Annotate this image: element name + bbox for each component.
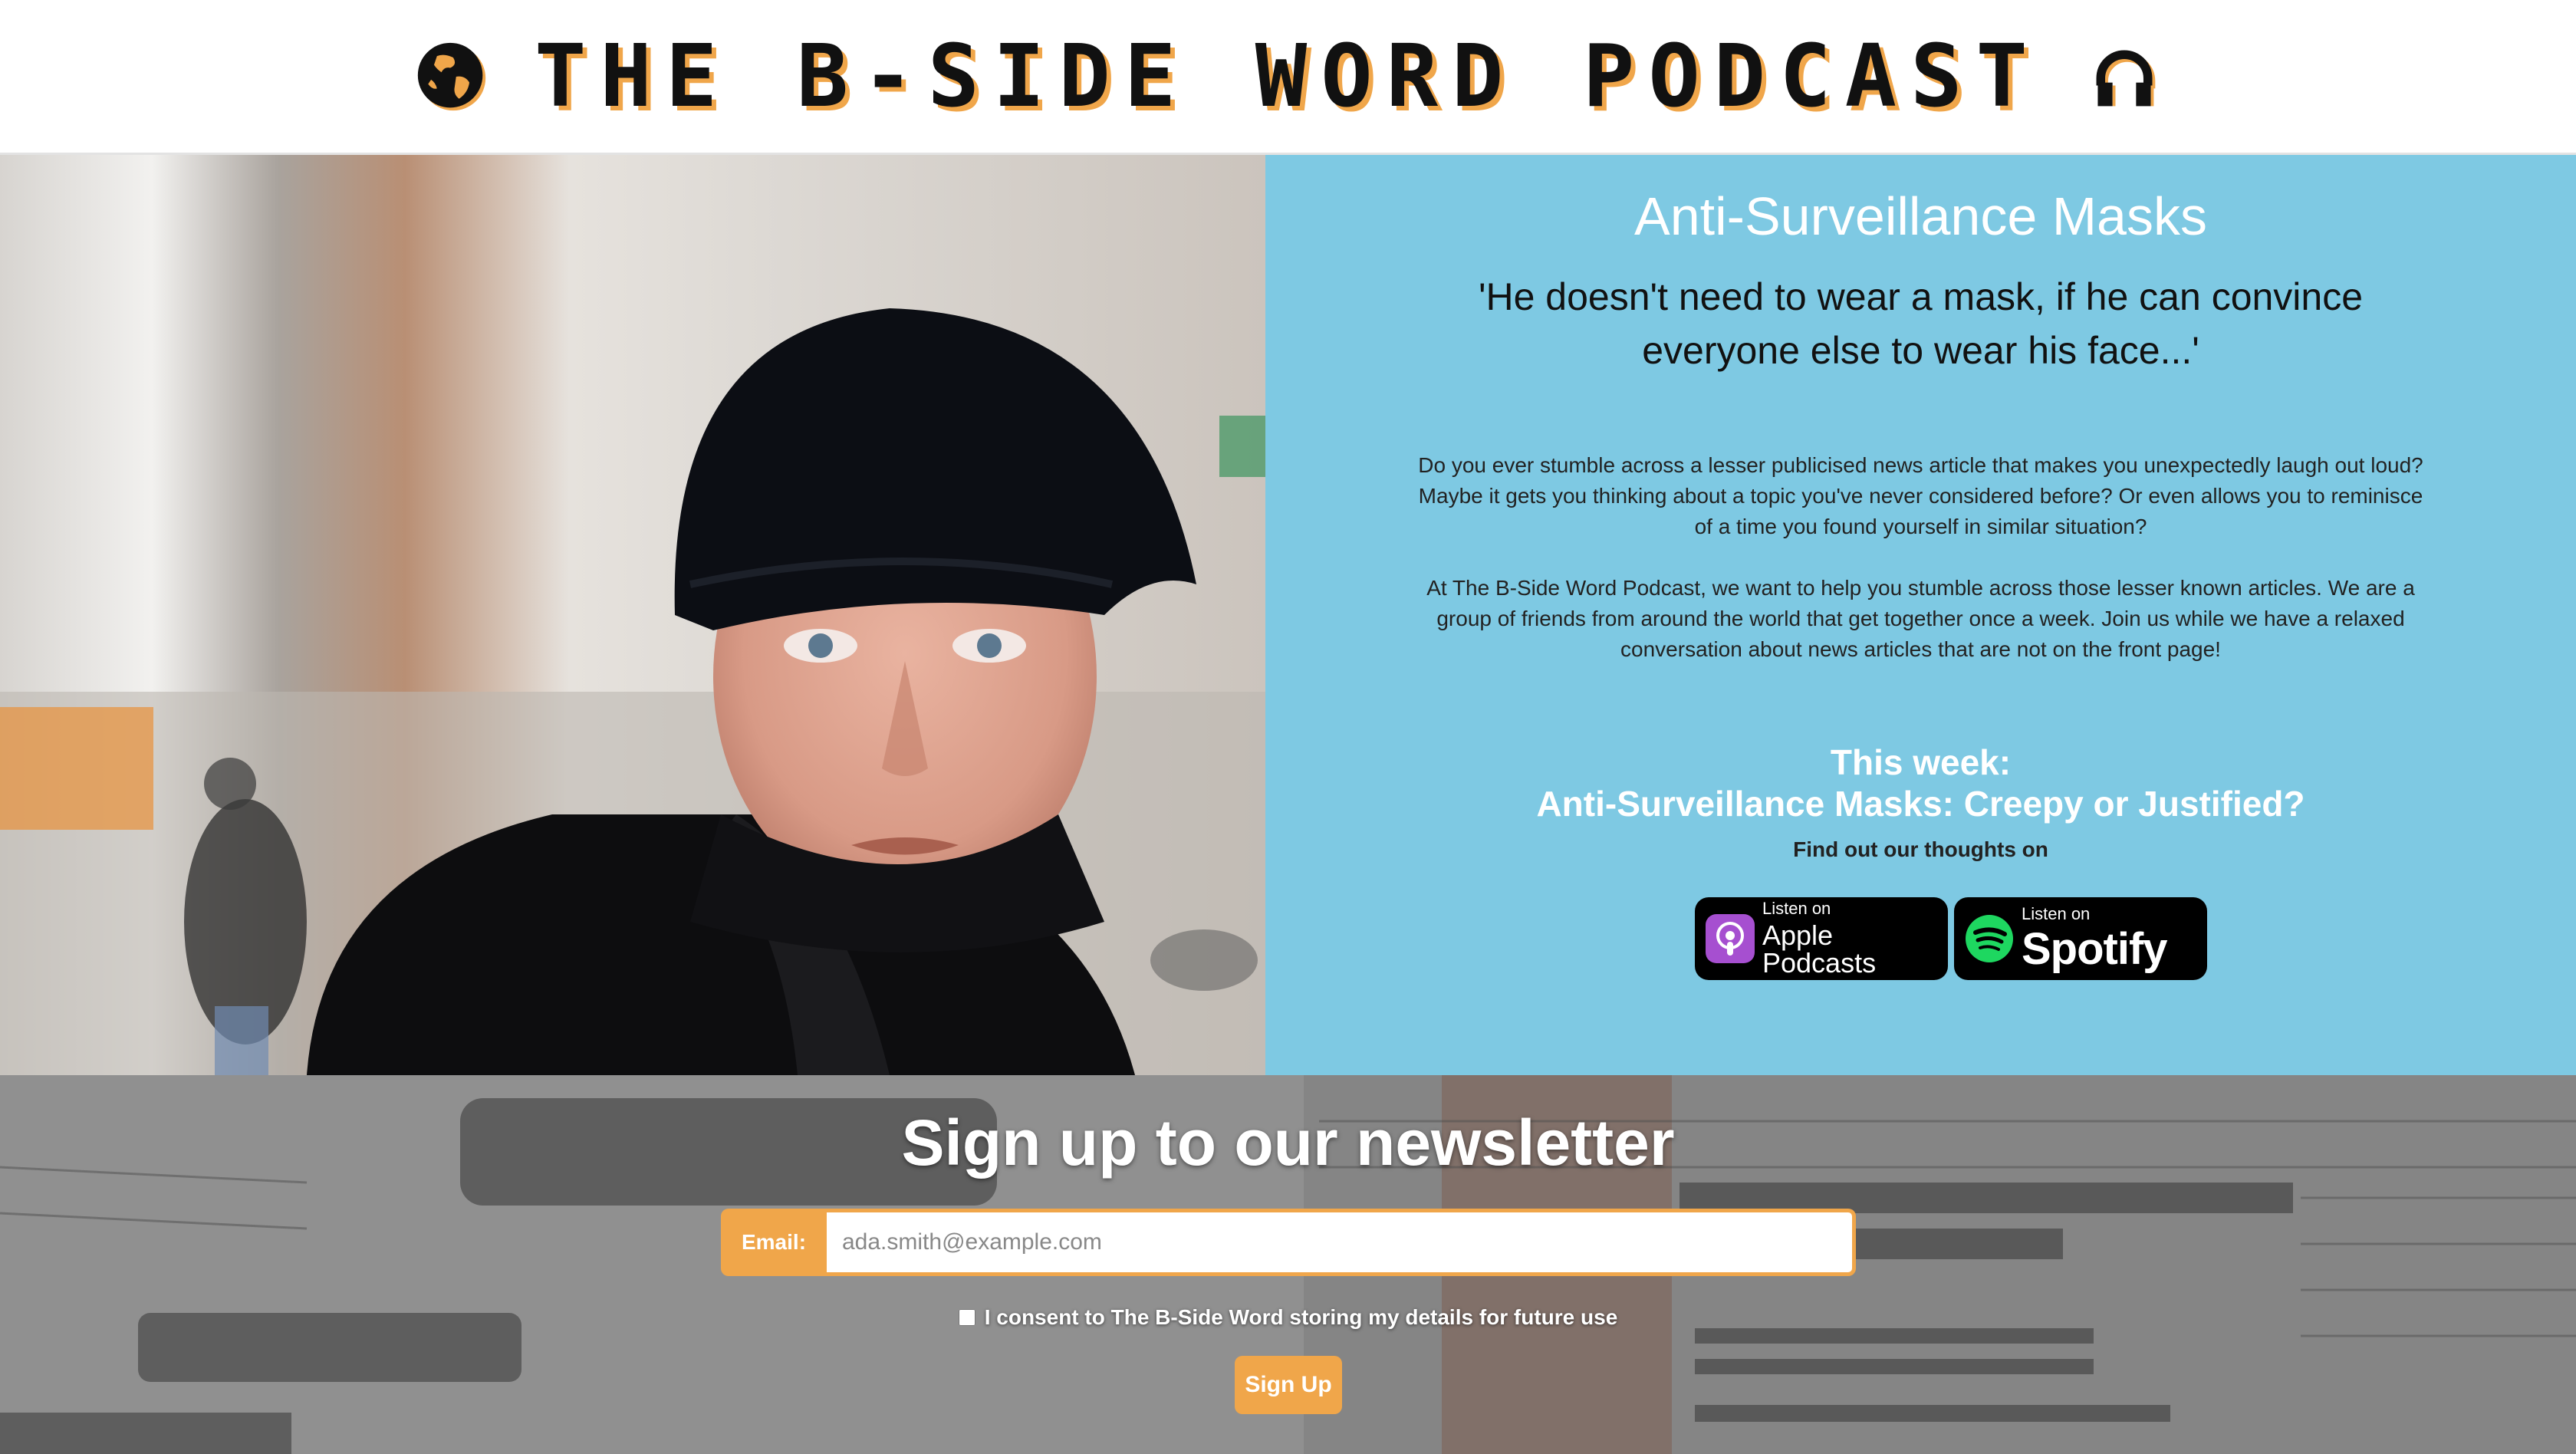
episode-title: Anti-Surveillance Masks (1634, 186, 2207, 246)
intro-text: Do you ever stumble across a lesser publ… (1411, 450, 2430, 696)
find-out-text: Find out our thoughts on (1793, 837, 2048, 861)
consent-label: I consent to The B-Side Word storing my … (984, 1305, 1618, 1329)
badge-small-label: Listen on (2022, 904, 2091, 923)
this-week-title: Anti-Surveillance Masks: Creepy or Justi… (1536, 784, 2305, 824)
episode-quote: 'He doesn't need to wear a mask, if he c… (1478, 275, 2364, 372)
apple-podcasts-icon (1706, 914, 1755, 963)
hero-section: Anti-Surveillance Masks 'He doesn't need… (0, 155, 2576, 1075)
photo-illustration (0, 155, 1265, 1075)
consent-checkbox[interactable] (958, 1309, 975, 1326)
spotify-badge[interactable]: Listen on Spotify (1954, 897, 2207, 980)
newsletter-title: Sign up to our newsletter (901, 1107, 1675, 1179)
site-header: THE B-SIDE WORD PODCAST (0, 0, 2576, 155)
email-label: Email: (721, 1209, 827, 1276)
apple-badge-text: Listen on Apple Podcasts (1762, 900, 1937, 977)
intro-paragraph: At The B-Side Word Podcast, we want to h… (1426, 576, 2415, 661)
apple-podcasts-badge[interactable]: Listen on Apple Podcasts (1695, 897, 1948, 980)
podcast-badges: Listen on Apple Podcasts Listen on Spoti… (1695, 897, 2207, 980)
email-row: Email: (721, 1209, 1856, 1276)
email-input[interactable] (827, 1209, 1856, 1276)
badge-big-label: Spotify (2022, 924, 2168, 974)
newsletter-section: Sign up to our newsletter Email: I conse… (0, 1075, 2576, 1454)
badge-small-label: Listen on (1762, 899, 1831, 918)
consent-row: I consent to The B-Side Word storing my … (0, 1305, 2576, 1330)
site-title: THE B-SIDE WORD PODCAST (535, 26, 2041, 127)
globe-icon (417, 42, 486, 110)
spotify-icon (1966, 915, 2013, 962)
hero-text-panel: Anti-Surveillance Masks 'He doesn't need… (1265, 155, 2576, 1075)
sign-up-button[interactable]: Sign Up (1235, 1356, 1342, 1414)
spotify-badge-text: Listen on Spotify (2022, 904, 2168, 974)
intro-paragraph: Do you ever stumble across a lesser publ… (1418, 453, 2423, 538)
this-week-heading: This week: Anti-Surveillance Masks: Cree… (1265, 742, 2576, 824)
badge-big-label: Apple Podcasts (1762, 919, 1877, 979)
this-week-label: This week: (1830, 742, 2012, 782)
header-inner: THE B-SIDE WORD PODCAST (415, 34, 2161, 120)
man-in-beanie-photo (0, 155, 1265, 1075)
headphones-icon (2096, 50, 2156, 106)
